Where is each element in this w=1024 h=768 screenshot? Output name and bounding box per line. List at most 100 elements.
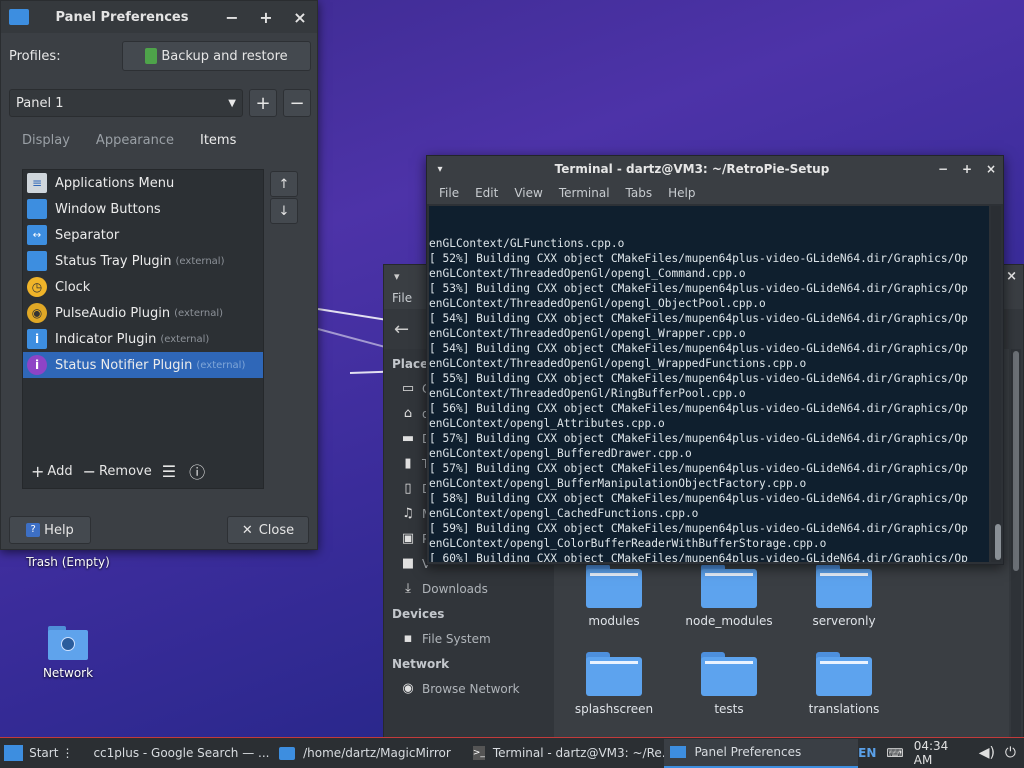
fm-menu-icon[interactable]: ▾ (394, 270, 400, 283)
close-x-icon: ✕ (241, 522, 253, 538)
remove-panel-button[interactable]: − (283, 89, 311, 117)
terminal-line: [ 57%] Building CXX object CMakeFiles/mu… (429, 432, 968, 445)
close-icon[interactable]: × (979, 162, 1003, 176)
terminal-line: enGLContext/opengl_BufferManipulationObj… (429, 477, 807, 490)
terminal-line: [ 53%] Building CXX object CMakeFiles/mu… (429, 282, 968, 295)
menu-tabs[interactable]: Tabs (618, 186, 661, 200)
backup-restore-label: Backup and restore (161, 48, 288, 64)
power-icon[interactable]: ⏻ (1005, 745, 1016, 761)
pref-tabs: Display Appearance Items (9, 127, 249, 154)
network-label: Network (42, 666, 94, 680)
maximize-icon[interactable]: + (955, 162, 979, 176)
app-window-icon (9, 9, 29, 25)
document-icon: ▯ (404, 481, 412, 496)
volume-icon[interactable]: ◀) (979, 745, 995, 761)
folder-item[interactable]: serveronly (789, 564, 899, 628)
help-button[interactable]: ? Help (9, 516, 91, 544)
desktop-icon-trash[interactable]: Trash (Empty) (18, 555, 118, 569)
place-downloads[interactable]: ⤓ Downloads (384, 576, 554, 601)
menu-help[interactable]: Help (660, 186, 703, 200)
minimize-button[interactable]: − (215, 8, 249, 27)
panel-prefs-titlebar[interactable]: Panel Preferences − + × (1, 1, 317, 33)
list-item[interactable]: Status Tray Plugin (external) (23, 248, 263, 274)
maximize-button[interactable]: + (249, 8, 283, 27)
fm-close-icon[interactable]: × (1006, 269, 1017, 284)
picture-icon: ▣ (401, 531, 415, 546)
list-item[interactable]: ◉ PulseAudio Plugin (external) (23, 300, 263, 326)
close-dialog-button[interactable]: ✕ Close (227, 516, 309, 544)
browse-network[interactable]: ◉ Browse Network (384, 676, 554, 701)
clock[interactable]: 04:34 AM (914, 739, 969, 767)
backup-icon (145, 48, 158, 64)
folder-task-icon (279, 746, 296, 760)
item-about-button[interactable]: ⓘ (185, 458, 212, 484)
menu-terminal[interactable]: Terminal (551, 186, 618, 200)
list-item-selected[interactable]: i Status Notifier Plugin (external) (23, 352, 263, 378)
menu-edit[interactable]: Edit (467, 186, 506, 200)
back-arrow-icon[interactable]: ← (394, 319, 409, 340)
arrow-down-icon: ↓ (278, 203, 290, 219)
list-item[interactable]: Window Buttons (23, 196, 263, 222)
start-button[interactable]: Start ⋮ (0, 739, 79, 768)
folder-item[interactable]: splashscreen (559, 652, 669, 716)
terminal-scroll-thumb[interactable] (995, 524, 1001, 560)
terminal-line: enGLContext/ThreadedOpenGl/opengl_Wrappe… (429, 327, 746, 340)
window-menu-icon[interactable]: ▾ (427, 164, 453, 175)
tab-display[interactable]: Display (9, 127, 83, 154)
terminal-line: enGLContext/ThreadedOpenGl/opengl_Comman… (429, 267, 746, 280)
fm-scrollbar[interactable] (1011, 349, 1021, 737)
device-file-system[interactable]: ▪ File System (384, 626, 554, 651)
terminal-line: [ 58%] Building CXX object CMakeFiles/mu… (429, 492, 968, 505)
task-panel-preferences[interactable]: Panel Preferences (664, 738, 859, 768)
terminal-line: enGLContext/ThreadedOpenGl/opengl_Wrappe… (429, 357, 807, 370)
folder-label: node_modules (685, 614, 773, 628)
terminal-line: enGLContext/opengl_BufferedDrawer.cpp.o (429, 447, 692, 460)
devices-header: Devices (392, 606, 445, 621)
task-google-search[interactable]: cc1plus - Google Search — ... (79, 739, 273, 768)
folder-item[interactable]: translations (789, 652, 899, 716)
wallpaper-streak (317, 308, 393, 322)
wallpaper-streak (349, 370, 386, 374)
move-down-button[interactable]: ↓ (270, 198, 298, 224)
window-title: Panel Preferences (55, 9, 189, 25)
download-icon: ⤓ (405, 581, 411, 596)
fm-menu-file[interactable]: File (392, 291, 412, 305)
tab-items[interactable]: Items (187, 127, 249, 154)
keyboard-layout[interactable]: EN (858, 746, 876, 760)
folder-item[interactable]: node_modules (674, 564, 784, 628)
arrow-up-icon: ↑ (278, 176, 290, 192)
item-properties-button[interactable]: ☰ (158, 458, 183, 484)
close-button[interactable]: × (283, 8, 317, 27)
add-item-button[interactable]: + Add (27, 458, 77, 484)
task-file-manager[interactable]: /home/dartz/MagicMirror (273, 739, 467, 768)
start-icon (4, 745, 24, 761)
list-item[interactable]: ≡ Applications Menu (23, 170, 263, 196)
terminal-titlebar[interactable]: ▾ Terminal - dartz@VM3: ~/RetroPie-Setup… (427, 156, 1003, 182)
network-globe-icon: ◉ (402, 681, 414, 696)
terminal-line: enGLContext/opengl_CachedFunctions.cpp.o (429, 507, 699, 520)
panel-prefs-task-icon (670, 746, 687, 758)
list-item[interactable]: ◷ Clock (23, 274, 263, 300)
add-panel-button[interactable]: + (249, 89, 277, 117)
backup-restore-button[interactable]: Backup and restore (122, 41, 311, 71)
menu-file[interactable]: File (431, 186, 467, 200)
panel-select[interactable]: Panel 1 ▼ (9, 89, 243, 117)
tab-appearance[interactable]: Appearance (83, 127, 187, 154)
terminal-scrollbar[interactable] (991, 206, 1001, 562)
list-item[interactable]: ↔ Separator (23, 222, 263, 248)
terminal-window: ▾ Terminal - dartz@VM3: ~/RetroPie-Setup… (426, 155, 1004, 565)
menu-list-icon: ≡ (27, 173, 47, 193)
desktop-icon-network[interactable]: Network (18, 624, 118, 680)
task-terminal[interactable]: >_ Terminal - dartz@VM3: ~/Re... (467, 739, 664, 768)
move-up-button[interactable]: ↑ (270, 171, 298, 197)
minimize-icon[interactable]: − (931, 162, 955, 176)
menu-view[interactable]: View (506, 186, 550, 200)
terminal-output[interactable]: enGLContext/GLFunctions.cpp.o [ 52%] Buil… (429, 206, 989, 562)
remove-item-button[interactable]: − Remove (79, 458, 156, 484)
list-item[interactable]: i Indicator Plugin (external) (23, 326, 263, 352)
folder-item[interactable]: modules (559, 564, 669, 628)
folder-item[interactable]: tests (674, 652, 784, 716)
terminal-line: enGLContext/ThreadedOpenGl/RingBufferPoo… (429, 387, 746, 400)
keyboard-icon[interactable]: ⌨ (886, 746, 903, 760)
notifier-icon: i (27, 355, 47, 375)
